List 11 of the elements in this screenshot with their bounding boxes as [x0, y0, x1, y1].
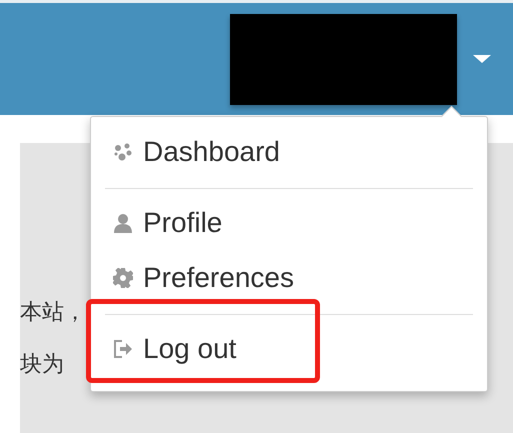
caret-icon[interactable]	[473, 55, 491, 63]
body-text: 块为	[20, 351, 64, 379]
person-icon	[113, 213, 133, 233]
logout-icon	[113, 339, 133, 359]
body-text: 本站，	[20, 299, 86, 327]
settings-icon	[113, 268, 133, 288]
dots-icon	[113, 142, 133, 162]
menu-item[interactable]: Preferences	[105, 258, 473, 298]
menu-item[interactable]: Log out	[105, 314, 473, 369]
menu-item[interactable]: Profile	[105, 188, 473, 243]
menu-item[interactable]: Dashboard	[105, 132, 473, 172]
